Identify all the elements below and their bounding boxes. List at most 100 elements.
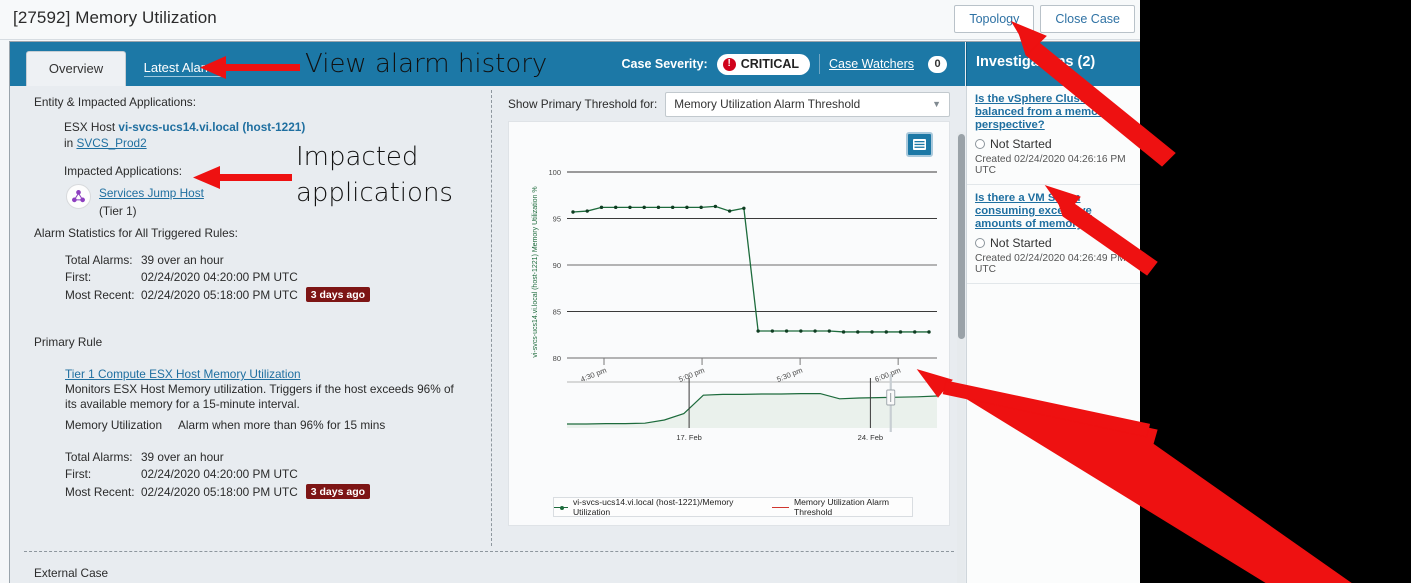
chart-column: Show Primary Threshold for: Memory Utili…	[486, 86, 955, 549]
investigation-status: Not Started	[975, 137, 1134, 151]
entity-cluster-row: in SVCS_Prod2	[64, 136, 147, 150]
investigations-header: Investigations (2)	[966, 42, 1140, 86]
threshold-label: Show Primary Threshold for:	[508, 97, 658, 111]
primary-rule-stats-table: Total Alarms: 39 over an hour First: 02/…	[65, 450, 465, 499]
svg-text:85: 85	[553, 308, 561, 317]
investigation-status: Not Started	[975, 236, 1134, 250]
page-title: [27592] Memory Utilization	[13, 8, 217, 27]
table-row: First: 02/24/2020 04:20:00 PM UTC	[65, 467, 465, 481]
application-link[interactable]: Services Jump Host	[99, 186, 204, 200]
threshold-selected-value: Memory Utilization Alarm Threshold	[674, 97, 861, 111]
investigation-created: Created 02/24/2020 04:26:16 PM UTC	[975, 154, 1126, 176]
radio-icon[interactable]	[975, 238, 985, 248]
svg-text:vi-svcs-ucs14.vi.local (host-1: vi-svcs-ucs14.vi.local (host-1221) Memor…	[532, 186, 539, 357]
stat-key: First:	[65, 270, 92, 284]
svg-text:5:30 pm: 5:30 pm	[775, 366, 804, 385]
table-row: First: 02/24/2020 04:20:00 PM UTC	[65, 270, 465, 284]
primary-rule-link-wrap: Tier 1 Compute ESX Host Memory Utilizati…	[65, 365, 301, 383]
primary-rule-metric-row: Memory Utilization Alarm when more than …	[65, 418, 385, 432]
legend-item-threshold: Memory Utilization Alarm Threshold	[771, 497, 912, 517]
investigation-link[interactable]: Is there a VM Storm consuming excessive …	[975, 192, 1134, 231]
case-severity-label: Case Severity:	[621, 57, 708, 71]
stat-value: 02/24/2020 05:18:00 PM UTC	[141, 484, 298, 499]
esx-host-label: ESX Host	[64, 120, 116, 134]
application-tier: (Tier 1)	[99, 204, 137, 218]
stat-key: Most Recent:	[65, 484, 135, 499]
svg-text:4:30 pm: 4:30 pm	[579, 366, 608, 385]
chart-plot-area: 80 85 90 95 100 vi-svcs-ucs14.vi.local (host-…	[532, 168, 938, 442]
svg-text:6:00 pm: 6:00 pm	[873, 366, 902, 385]
metric-condition: Alarm when more than 96% for 15 mins	[178, 418, 386, 432]
radio-icon[interactable]	[975, 139, 985, 149]
severity-group: Case Severity: ! CRITICAL Case Watchers …	[622, 42, 947, 86]
annotation-impacted-line2: applications	[296, 178, 453, 208]
case-frame: Overview Latest Alarms Case Severity: ! …	[9, 41, 1140, 583]
tab-overview[interactable]: Overview	[26, 51, 126, 86]
primary-rule-description: Monitors ESX Host Memory utilization. Tr…	[65, 382, 454, 411]
scrollbar-thumb[interactable]	[958, 134, 965, 339]
table-row: Most Recent: 02/24/2020 05:18:00 PM UTC …	[65, 287, 465, 302]
alarm-stats-label: Alarm Statistics for All Triggered Rules…	[34, 226, 238, 240]
stat-value: 02/24/2020 04:20:00 PM UTC	[141, 270, 298, 284]
case-watchers-link[interactable]: Case Watchers	[829, 57, 914, 71]
case-detail-window: [27592] Memory Utilization Topology Clos…	[0, 0, 1141, 583]
legend-swatch-green	[554, 505, 568, 510]
investigation-link[interactable]: Is the vSphere Cluster balanced from a m…	[975, 93, 1134, 132]
host-link[interactable]: vi-svcs-ucs14.vi.local (host-1221)	[118, 120, 305, 134]
svg-text:17. Feb: 17. Feb	[676, 433, 701, 442]
close-case-button[interactable]: Close Case	[1040, 5, 1135, 33]
entity-section-label: Entity & Impacted Applications:	[34, 95, 196, 109]
hamburger-menu-icon[interactable]	[906, 132, 933, 157]
entity-host-row: ESX Host vi-svcs-ucs14.vi.local (host-12…	[64, 120, 305, 134]
topology-button[interactable]: Topology	[954, 5, 1035, 33]
severity-value: CRITICAL	[740, 57, 800, 71]
divider	[819, 54, 821, 74]
threshold-selector-row: Show Primary Threshold for: Memory Utili…	[508, 91, 950, 117]
stat-key: Total Alarms:	[65, 450, 133, 464]
legend-swatch-red	[771, 506, 789, 508]
memory-utilization-chart: 80 85 90 95 100 vi-svcs-ucs14.vi.local (host-…	[508, 121, 950, 526]
svg-text:24. Feb: 24. Feb	[858, 433, 883, 442]
svg-text:90: 90	[553, 261, 561, 270]
list-item[interactable]: Is there a VM Storm consuming excessive …	[967, 185, 1140, 284]
case-watchers-count: 0	[928, 55, 947, 73]
threshold-select[interactable]: Memory Utilization Alarm Threshold ▼	[665, 91, 950, 117]
investigation-status-label: Not Started	[990, 137, 1052, 151]
list-item[interactable]: Is the vSphere Cluster balanced from a m…	[967, 86, 1140, 185]
legend-item-series: vi-svcs-ucs14.vi.local (host-1221)/Memor…	[554, 497, 748, 517]
impacted-application-item[interactable]: Services Jump Host (Tier 1)	[66, 184, 204, 218]
stat-key: Most Recent:	[65, 287, 135, 302]
legend-label-series: vi-svcs-ucs14.vi.local (host-1221)/Memor…	[572, 497, 734, 517]
table-row: Most Recent: 02/24/2020 05:18:00 PM UTC …	[65, 484, 465, 499]
cluster-link[interactable]: SVCS_Prod2	[76, 136, 146, 150]
status-badge: ! CRITICAL	[716, 53, 811, 75]
primary-rule-label: Primary Rule	[34, 335, 103, 349]
external-case-label: External Case	[34, 566, 109, 580]
stat-value: 39 over an hour	[141, 450, 224, 464]
metric-name: Memory Utilization	[65, 418, 163, 432]
table-row: Total Alarms: 39 over an hour	[65, 450, 465, 464]
tab-latest-alarms-label: Latest Alarms	[143, 60, 223, 77]
chart-legend: vi-svcs-ucs14.vi.local (host-1221)/Memor…	[553, 497, 913, 517]
tab-latest-alarms[interactable]: Latest Alarms	[132, 51, 234, 86]
primary-rule-link[interactable]: Tier 1 Compute ESX Host Memory Utilizati…	[65, 367, 301, 381]
stat-value: 39 over an hour	[141, 253, 224, 267]
chevron-down-icon: ▼	[932, 99, 941, 109]
alarm-stats-table: Total Alarms: 39 over an hour First: 02/…	[65, 253, 465, 302]
svg-text:100: 100	[548, 168, 561, 177]
svg-text:80: 80	[553, 354, 561, 363]
stat-value: 02/24/2020 04:20:00 PM UTC	[141, 467, 298, 481]
time-ago-badge: 3 days ago	[305, 484, 371, 499]
legend-label-threshold: Memory Utilization Alarm Threshold	[793, 497, 889, 517]
time-ago-badge: 3 days ago	[305, 287, 371, 302]
svg-text:95: 95	[553, 215, 561, 224]
titlebar-actions: Topology Close Case	[954, 5, 1135, 33]
critical-icon: !	[722, 57, 736, 71]
impacted-applications-label: Impacted Applications:	[64, 164, 183, 178]
annotation-impacted-line1: Impacted	[296, 142, 419, 172]
investigation-created: Created 02/24/2020 04:26:49 PM UTC	[975, 253, 1126, 275]
svg-text:5:00 pm: 5:00 pm	[677, 366, 706, 385]
stat-key: Total Alarms:	[65, 253, 133, 267]
stat-key: First:	[65, 467, 92, 481]
annotation-view-alarm-history: View alarm history	[305, 49, 548, 79]
